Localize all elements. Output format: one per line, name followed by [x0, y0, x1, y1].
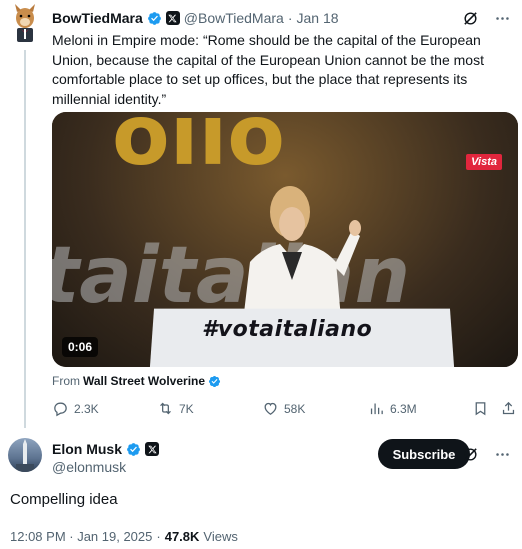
- reply-text: Compelling idea: [10, 491, 118, 508]
- reply-count: 2.3K: [74, 401, 99, 416]
- vista-watermark: Vista: [466, 154, 502, 170]
- like-count: 58K: [284, 401, 306, 416]
- tweet-date[interactable]: Jan 18: [297, 10, 339, 26]
- x-affiliate-icon: [145, 442, 160, 456]
- video-backdrop-lettering: oiio taitalian: [112, 112, 285, 184]
- thread-line: [24, 50, 26, 428]
- bowtiedmara-avatar[interactable]: [8, 4, 42, 44]
- reply-author-header: Elon Musk: [52, 441, 160, 457]
- verified-icon: [208, 375, 221, 387]
- repost-button[interactable]: 7K: [157, 400, 194, 417]
- separator-dot: ·: [287, 10, 293, 26]
- more-icon[interactable]: [492, 444, 512, 464]
- author-name[interactable]: BowTiedMara: [52, 10, 143, 26]
- tweet-text: Meloni in Empire mode: “Rome should be t…: [52, 32, 484, 107]
- share-icon: [502, 401, 515, 415]
- like-icon: [264, 402, 277, 415]
- reply-views-count: 47.8K: [164, 529, 200, 544]
- bookmark-icon: [475, 402, 486, 416]
- separator-dot: ·: [156, 529, 161, 544]
- grok-icon[interactable]: [460, 8, 480, 28]
- quoted-tweet-header: BowTiedMara @BowTiedMara · Jan 18: [52, 9, 339, 27]
- reply-button[interactable]: 2.3K: [52, 400, 99, 417]
- repost-count: 7K: [179, 401, 194, 416]
- from-account[interactable]: Wall Street Wolverine: [83, 374, 205, 388]
- elonmusk-avatar[interactable]: [8, 438, 42, 472]
- subscribe-button[interactable]: Subscribe: [378, 439, 470, 469]
- video-player[interactable]: oiio taitalian taitalian #votaitaliano V…: [52, 112, 518, 367]
- reply-views-label: Views: [203, 529, 238, 544]
- x-affiliate-icon: [165, 11, 180, 25]
- speaker-figure: [242, 186, 361, 330]
- podium-text: #votaitaliano: [202, 317, 373, 342]
- author-handle[interactable]: @BowTiedMara: [184, 10, 284, 26]
- views-button[interactable]: 6.3M: [368, 400, 417, 417]
- reply-timestamp[interactable]: 12:08 PM · Jan 19, 2025: [10, 529, 152, 544]
- like-button[interactable]: 58K: [262, 400, 305, 417]
- views-count: 6.3M: [390, 401, 417, 416]
- media-source: From Wall Street Wolverine: [52, 374, 221, 388]
- verified-icon: [147, 11, 161, 25]
- svg-text:oiio: oiio: [112, 112, 285, 184]
- share-button[interactable]: [500, 400, 517, 417]
- engagement-bar: 2.3K 7K 58K 6.3M: [52, 400, 518, 420]
- grok-icon[interactable]: [460, 444, 480, 464]
- verified-icon: [127, 442, 140, 456]
- video-duration: 0:06: [62, 337, 99, 357]
- reply-meta: 12:08 PM · Jan 19, 2025 · 47.8K Views: [10, 529, 238, 544]
- more-icon[interactable]: [492, 8, 512, 28]
- bookmark-button[interactable]: [472, 400, 489, 417]
- reply-actions: [460, 444, 512, 464]
- quoted-tweet-actions: [460, 8, 512, 28]
- reply-author-name[interactable]: Elon Musk: [52, 441, 122, 457]
- reply-author-handle[interactable]: @elonmusk: [52, 459, 126, 475]
- repost-icon: [160, 402, 171, 415]
- reply-icon: [54, 402, 67, 417]
- from-prefix: From: [52, 374, 80, 388]
- views-icon: [370, 403, 383, 415]
